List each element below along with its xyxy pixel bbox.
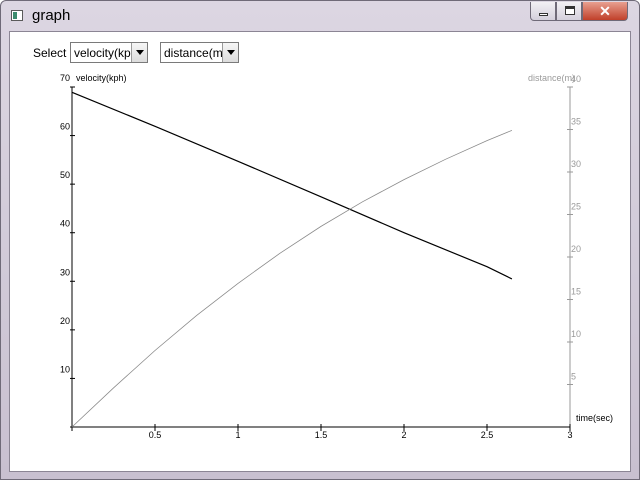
y-tick-label: 40 <box>60 219 70 229</box>
x-tick-label: 1 <box>235 430 240 440</box>
x-tick-label: 2.5 <box>481 430 494 440</box>
y-tick-label: 50 <box>60 170 70 180</box>
y2-tick-label: 15 <box>571 287 581 297</box>
y2-tick-label: 5 <box>571 372 576 382</box>
x-tick-label: 2 <box>401 430 406 440</box>
y-tick-label: 10 <box>60 364 70 374</box>
y2-tick-label: 10 <box>571 329 581 339</box>
x-axis-label: time(sec) <box>576 413 613 423</box>
y2-tick-label: 30 <box>571 159 581 169</box>
y-tick-label: 70 <box>60 73 70 83</box>
y2-tick-label: 20 <box>571 244 581 254</box>
velocity-series-line <box>71 91 513 280</box>
distance-series-line <box>71 130 513 428</box>
x-tick-label: 1.5 <box>315 430 328 440</box>
y2-tick-label: 35 <box>571 117 581 127</box>
chart: 0.5 1 1.5 2 2.5 31020304050607051015202530354… <box>60 73 613 440</box>
y-axis-label: velocity(kph) <box>76 73 127 83</box>
y-tick-label: 30 <box>60 267 70 277</box>
x-tick-label: 3 <box>567 430 572 440</box>
y-tick-label: 60 <box>60 122 70 132</box>
x-tick-label: 0.5 <box>149 430 162 440</box>
y2-axis-label: distance(m) <box>528 73 575 83</box>
y-tick-label: 20 <box>60 316 70 326</box>
y2-tick-label: 25 <box>571 202 581 212</box>
